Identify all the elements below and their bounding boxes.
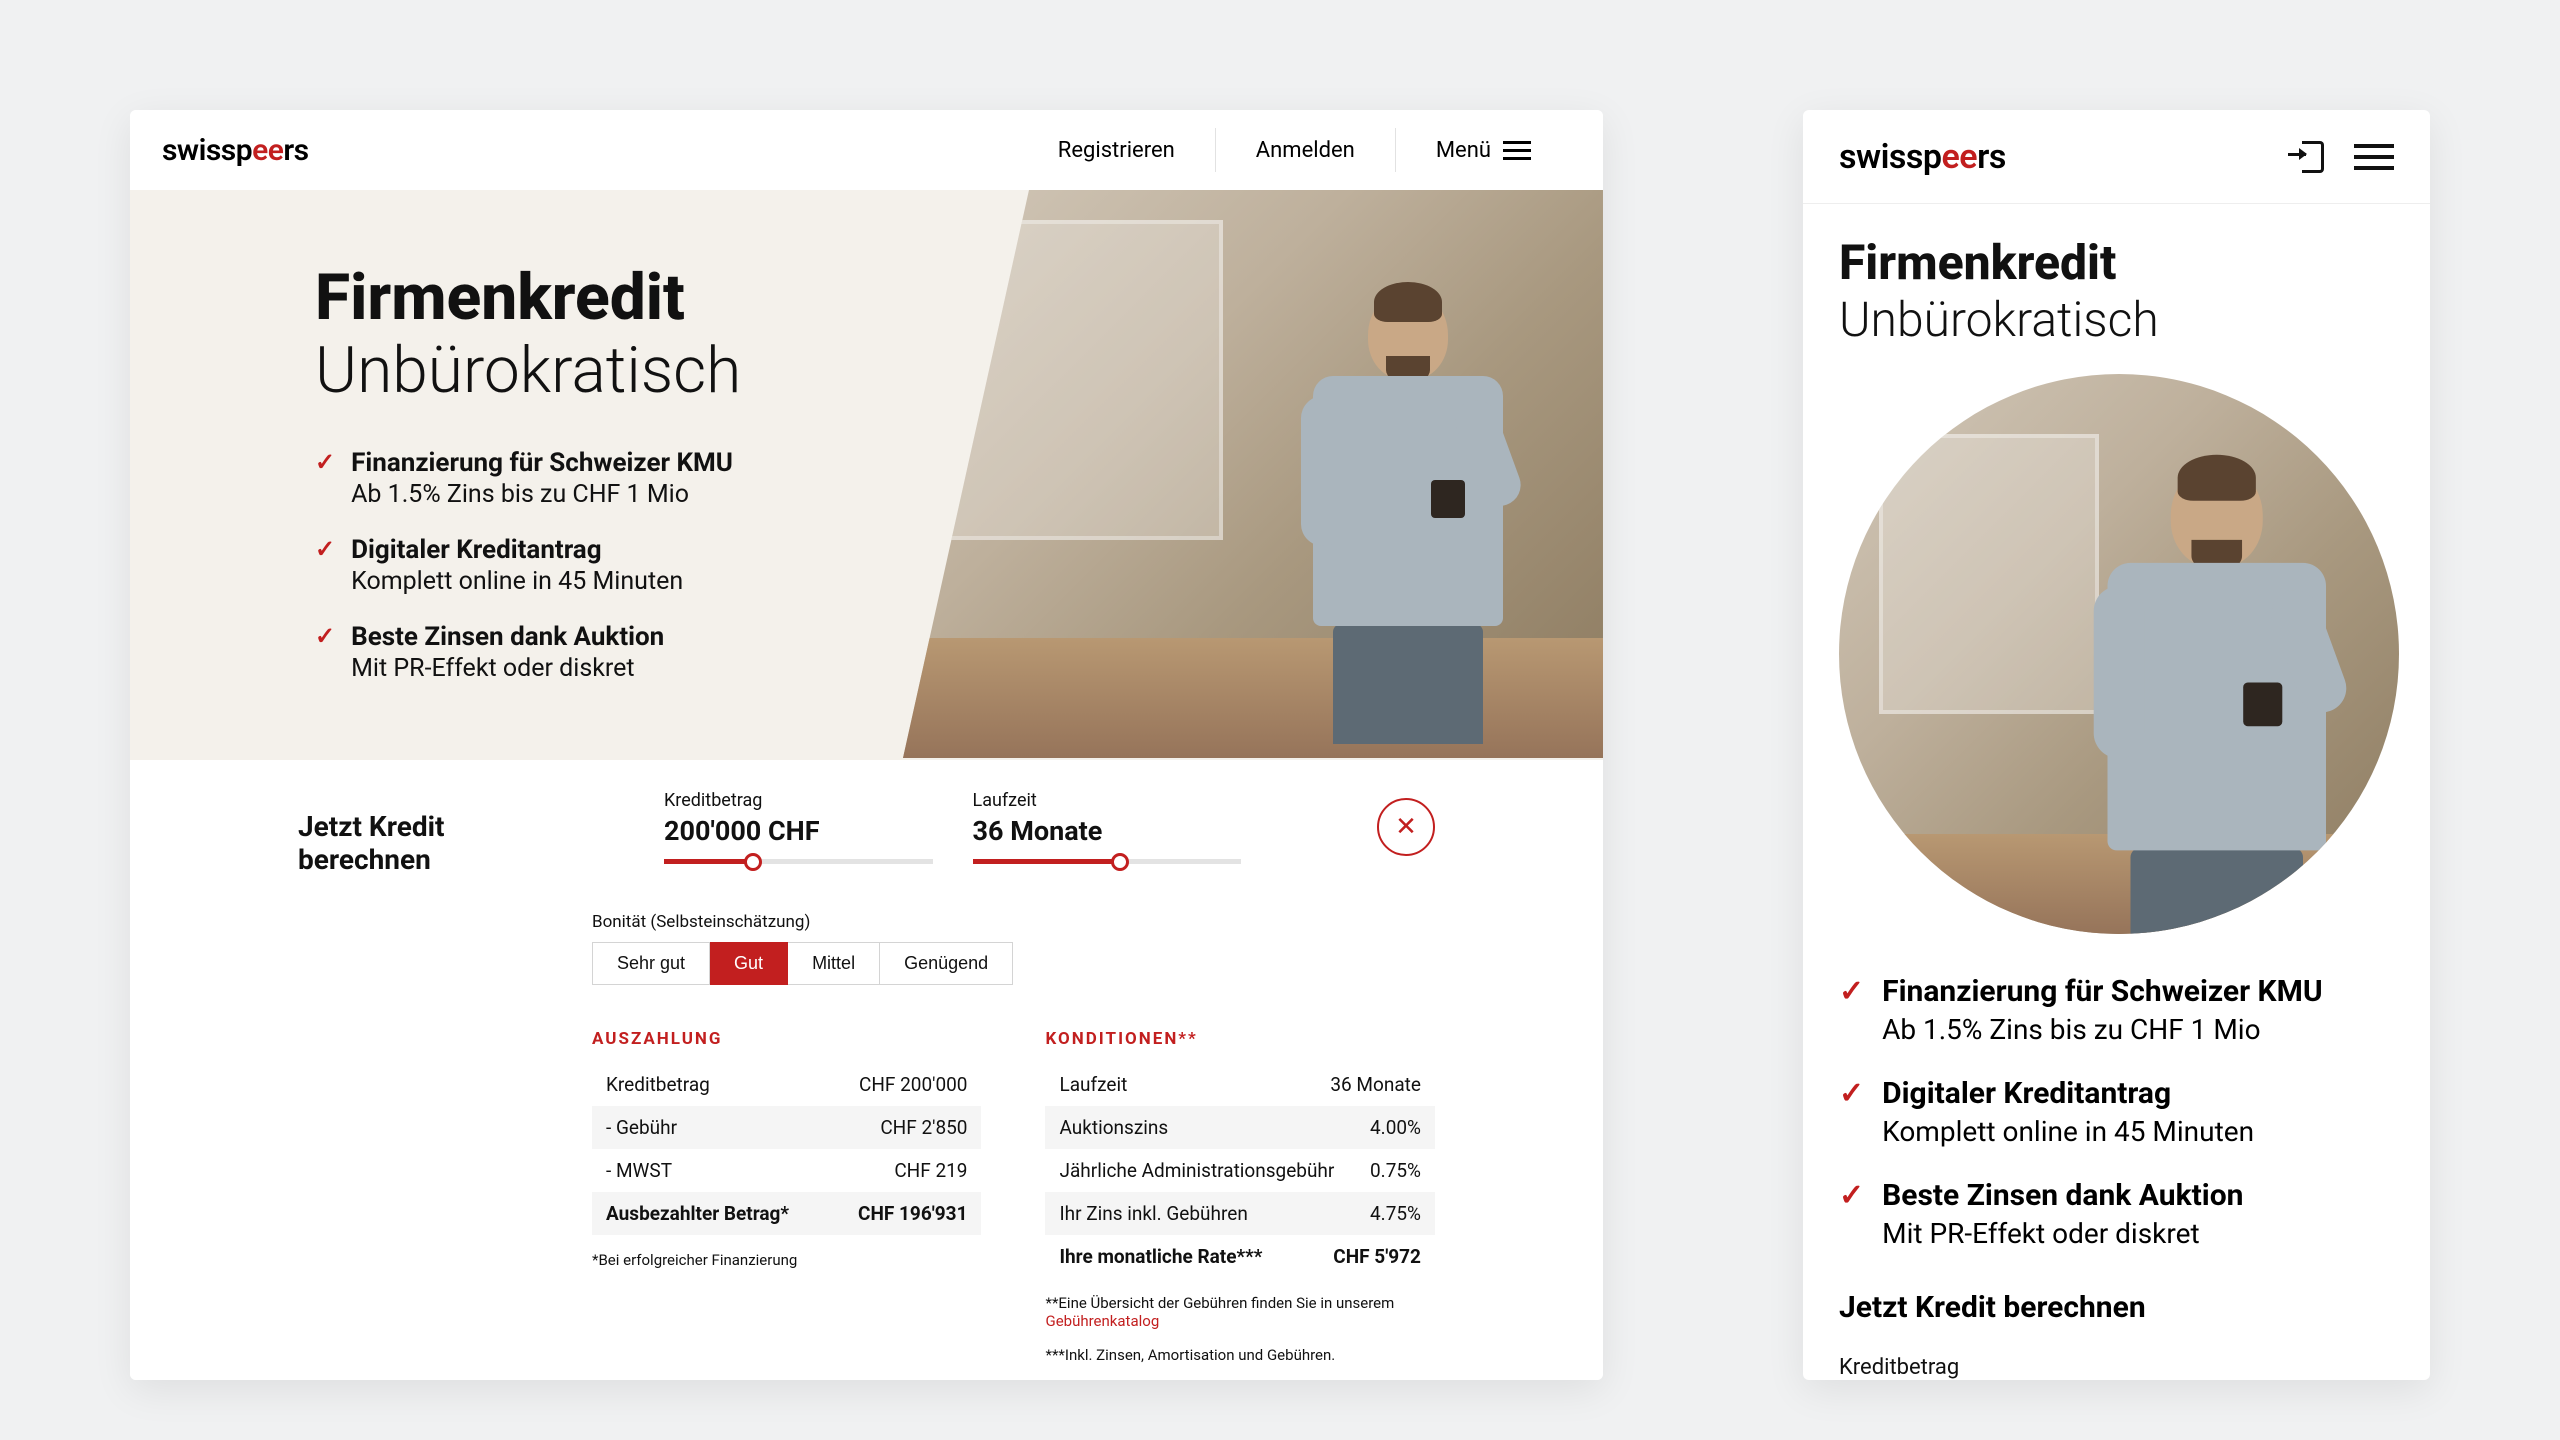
- amount-slider-group: Kreditbetrag 200'000 CHF: [664, 790, 933, 864]
- nav-menu-label: Menü: [1436, 138, 1491, 163]
- hamburger-icon: [1503, 141, 1531, 160]
- table-row: - MWSTCHF 219: [592, 1149, 981, 1192]
- hamburger-icon[interactable]: [2354, 144, 2394, 170]
- check-icon: ✓: [1839, 974, 1864, 1046]
- bullet-sub: Ab 1.5% Zins bis zu CHF 1 Mio: [1882, 1013, 2323, 1046]
- bonitat-option[interactable]: Genügend: [880, 942, 1013, 985]
- hero-bullet: ✓ Finanzierung für Schweizer KMU Ab 1.5%…: [1839, 974, 2394, 1046]
- calculator: Jetzt Kredit berechnen Kreditbetrag 200'…: [130, 760, 1603, 1380]
- hero-subtitle: Unbürokratisch: [315, 337, 896, 404]
- check-icon: ✓: [1839, 1178, 1864, 1250]
- hero: Firmenkredit Unbürokratisch ✓ Finanzieru…: [130, 190, 1603, 760]
- check-icon: ✓: [315, 622, 335, 683]
- table-row: KreditbetragCHF 200'000: [592, 1063, 981, 1106]
- hero-bullet: ✓ Beste Zinsen dank Auktion Mit PR-Effek…: [1839, 1178, 2394, 1250]
- bullet-title: Digitaler Kreditantrag: [1882, 1076, 2254, 1111]
- nav: Registrieren Anmelden Menü: [1018, 128, 1571, 172]
- hero-bullets: ✓ Finanzierung für Schweizer KMU Ab 1.5%…: [315, 448, 896, 683]
- table-row: Jährliche Administrationsgebühr0.75%: [1045, 1149, 1434, 1192]
- hero-image: [1839, 374, 2399, 934]
- mobile-body: Firmenkredit Unbürokratisch ✓ Finanzieru…: [1803, 204, 2430, 1380]
- nav-menu[interactable]: Menü: [1395, 128, 1571, 172]
- bullet-title: Finanzierung für Schweizer KMU: [1882, 974, 2323, 1009]
- payout-footnote: *Bei erfolgreicher Finanzierung: [592, 1251, 981, 1269]
- close-icon: ✕: [1395, 812, 1417, 842]
- bonitat-option[interactable]: Sehr gut: [592, 942, 710, 985]
- mobile-preview: swisspeers Firmenkredit Unbürokratisch: [1803, 110, 2430, 1380]
- hero-bullet: ✓ Digitaler Kreditantrag Komplett online…: [315, 535, 896, 596]
- bonitat-group: Bonität (Selbsteinschätzung) Sehr gutGut…: [592, 912, 1435, 985]
- close-button[interactable]: ✕: [1377, 798, 1435, 856]
- header: swisspeers Registrieren Anmelden Menü: [130, 110, 1603, 190]
- table-row: Ausbezahlter Betrag*CHF 196'931: [592, 1192, 981, 1235]
- amount-label: Kreditbetrag: [664, 790, 933, 811]
- table-row: Auktionszins4.00%: [1045, 1106, 1434, 1149]
- bullet-title: Beste Zinsen dank Auktion: [1882, 1178, 2243, 1213]
- table-row: Laufzeit36 Monate: [1045, 1063, 1434, 1106]
- login-icon[interactable]: [2292, 141, 2324, 173]
- amount-slider[interactable]: [664, 859, 933, 864]
- bonitat-option[interactable]: Gut: [710, 942, 788, 985]
- term-label: Laufzeit: [973, 790, 1242, 811]
- bonitat-label: Bonität (Selbsteinschätzung): [592, 912, 1435, 932]
- conditions-heading: KONDITIONEN**: [1045, 1029, 1434, 1049]
- hero-bullet: ✓ Beste Zinsen dank Auktion Mit PR-Effek…: [315, 622, 896, 683]
- mobile-header: swisspeers: [1803, 110, 2430, 204]
- hero-title: Firmenkredit: [1839, 234, 2394, 291]
- logo[interactable]: swisspeers: [1839, 137, 2006, 177]
- check-icon: ✓: [315, 535, 335, 596]
- table-row: Ihre monatliche Rate***CHF 5'972: [1045, 1235, 1434, 1278]
- bullet-sub: Mit PR-Effekt oder diskret: [351, 654, 664, 683]
- table-row: Ihr Zins inkl. Gebühren4.75%: [1045, 1192, 1434, 1235]
- calc-title: Jetzt Kredit berechnen: [298, 790, 548, 876]
- calc-title: Jetzt Kredit berechnen: [1839, 1290, 2394, 1325]
- check-icon: ✓: [1839, 1076, 1864, 1148]
- logo[interactable]: swisspeers: [162, 133, 309, 168]
- bullet-sub: Komplett online in 45 Minuten: [351, 567, 683, 596]
- hero-bullet: ✓ Finanzierung für Schweizer KMU Ab 1.5%…: [315, 448, 896, 509]
- amount-label: Kreditbetrag: [1839, 1355, 2394, 1380]
- payout-heading: AUSZAHLUNG: [592, 1029, 981, 1049]
- term-slider[interactable]: [973, 859, 1242, 864]
- desktop-preview: swisspeers Registrieren Anmelden Menü Fi…: [130, 110, 1603, 1380]
- hero-bullet: ✓ Digitaler Kreditantrag Komplett online…: [1839, 1076, 2394, 1148]
- bonitat-option[interactable]: Mittel: [788, 942, 880, 985]
- bonitat-options: Sehr gutGutMittelGenügend: [592, 942, 1435, 985]
- hero-subtitle: Unbürokratisch: [1839, 291, 2394, 348]
- nav-login[interactable]: Anmelden: [1215, 128, 1395, 172]
- payout-table: AUSZAHLUNG KreditbetragCHF 200'000- Gebü…: [592, 1029, 981, 1364]
- bullet-sub: Ab 1.5% Zins bis zu CHF 1 Mio: [351, 480, 733, 509]
- bullet-title: Finanzierung für Schweizer KMU: [351, 448, 733, 478]
- conditions-footnote-2: ***Inkl. Zinsen, Amortisation und Gebühr…: [1045, 1346, 1434, 1364]
- hero-bullets: ✓ Finanzierung für Schweizer KMU Ab 1.5%…: [1839, 974, 2394, 1250]
- term-slider-group: Laufzeit 36 Monate: [973, 790, 1242, 864]
- fees-catalog-link[interactable]: Gebührenkatalog: [1045, 1312, 1159, 1330]
- nav-register[interactable]: Registrieren: [1018, 128, 1215, 172]
- hero-content: Firmenkredit Unbürokratisch ✓ Finanzieru…: [130, 190, 896, 760]
- bullet-sub: Mit PR-Effekt oder diskret: [1882, 1217, 2243, 1250]
- table-row: - GebührCHF 2'850: [592, 1106, 981, 1149]
- bullet-title: Digitaler Kreditantrag: [351, 535, 683, 565]
- amount-value: 200'000 CHF: [664, 815, 933, 847]
- check-icon: ✓: [315, 448, 335, 509]
- hero-image: [903, 190, 1603, 758]
- hero-title: Firmenkredit: [315, 264, 896, 331]
- bullet-title: Beste Zinsen dank Auktion: [351, 622, 664, 652]
- term-value: 36 Monate: [973, 815, 1242, 847]
- bullet-sub: Komplett online in 45 Minuten: [1882, 1115, 2254, 1148]
- conditions-footnote-1: **Eine Übersicht der Gebühren finden Sie…: [1045, 1294, 1434, 1330]
- conditions-table: KONDITIONEN** Laufzeit36 MonateAuktionsz…: [1045, 1029, 1434, 1364]
